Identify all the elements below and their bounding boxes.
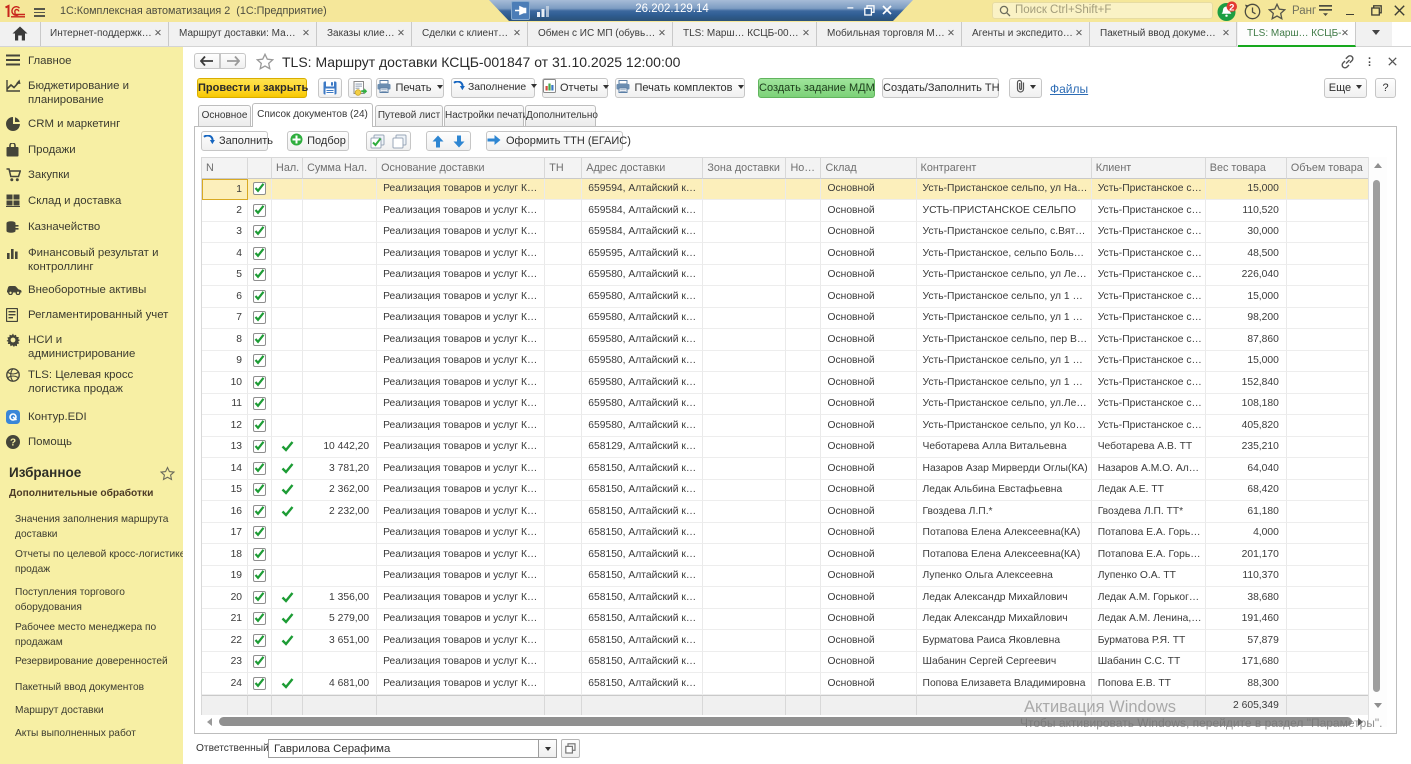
svg-text:2: 2: [1229, 2, 1234, 13]
svg-text:?: ?: [10, 438, 16, 449]
